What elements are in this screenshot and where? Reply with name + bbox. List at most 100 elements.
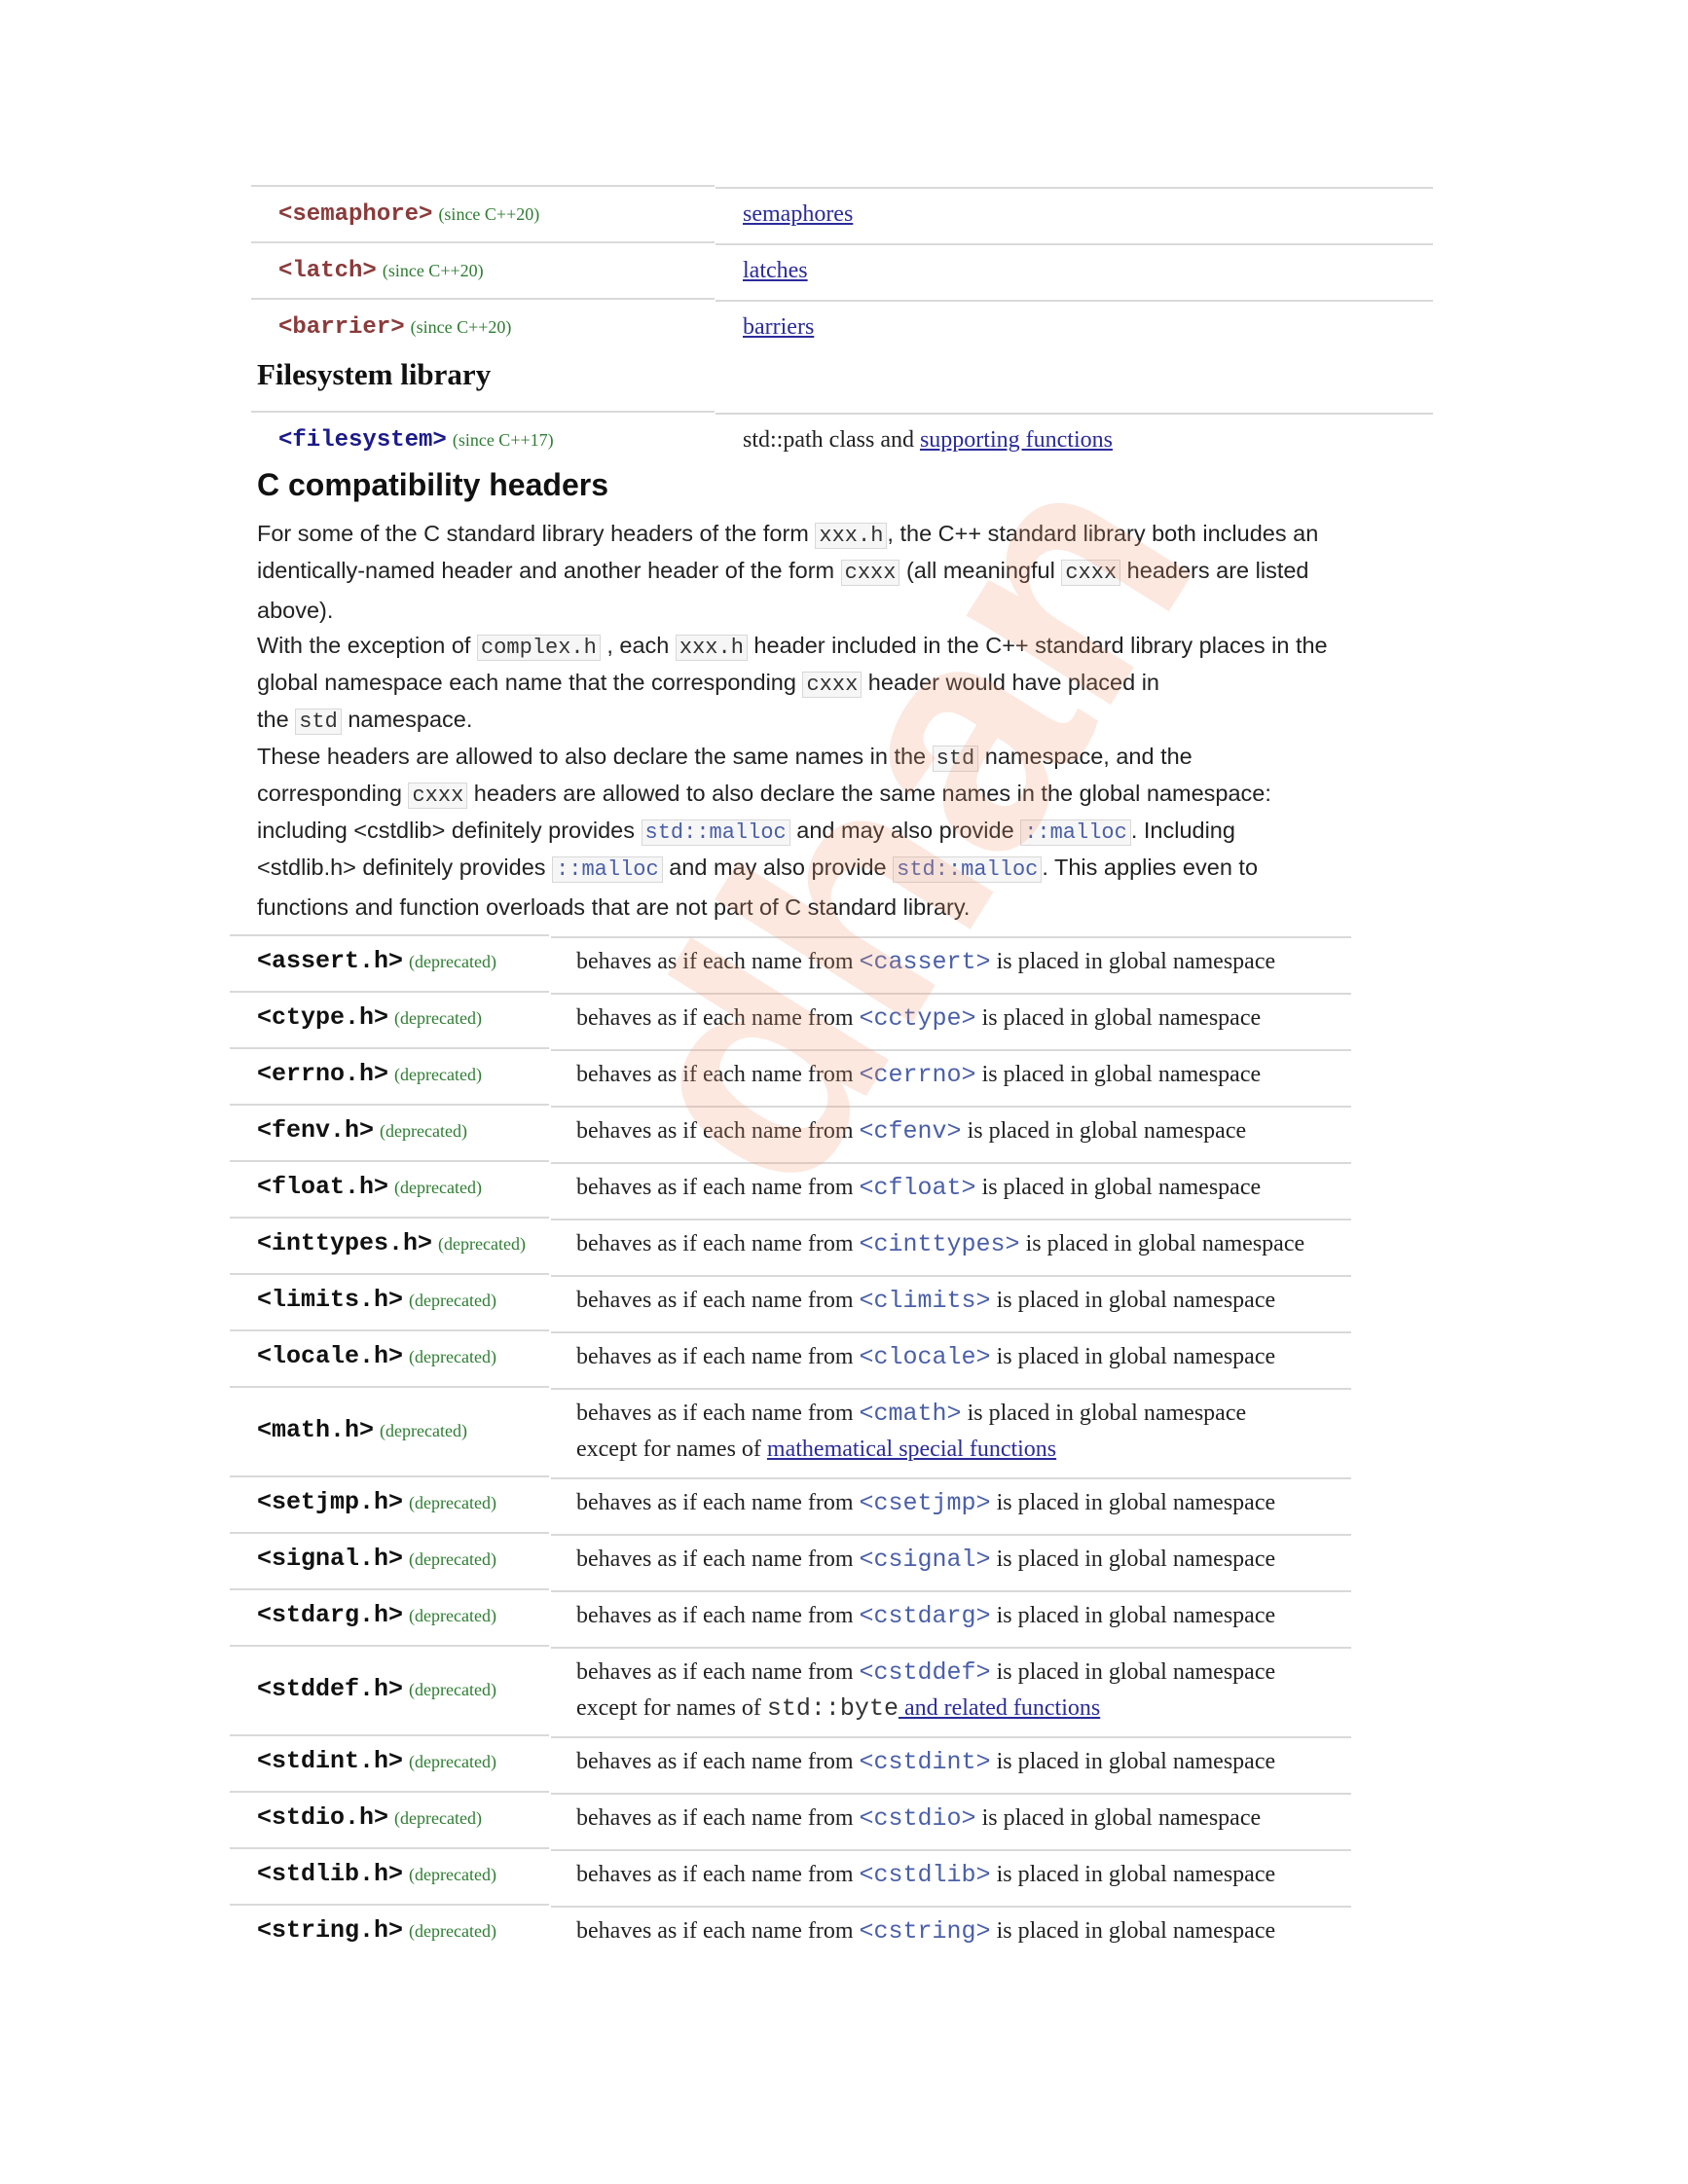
paragraph: With the exception of complex.h , each x… bbox=[257, 633, 1328, 735]
inline-code: complex.h bbox=[476, 635, 601, 661]
c-header-ref: <clocale> bbox=[859, 1343, 991, 1371]
table-row: <inttypes.h> (deprecated) behaves as if ea… bbox=[230, 1217, 1351, 1273]
header-name: <ctype.h> bbox=[257, 1003, 389, 1032]
inline-code: xxx.h bbox=[675, 635, 748, 661]
inline-code: cxxx bbox=[408, 783, 468, 809]
c-header-ref: <cfenv> bbox=[859, 1117, 962, 1146]
document-page: <semaphore> (since C++20) semaphores <lat… bbox=[0, 0, 1688, 2184]
c-header-ref: <climits> bbox=[859, 1287, 991, 1315]
related-functions-link[interactable]: mathematical special functions bbox=[767, 1437, 1056, 1462]
header-name: <locale.h> bbox=[257, 1342, 404, 1370]
supporting-functions-link[interactable]: supporting functions bbox=[920, 427, 1113, 453]
inline-code: std::byte bbox=[766, 1694, 899, 1723]
table-row: <errno.h> (deprecated) behaves as if each … bbox=[230, 1047, 1351, 1104]
related-functions-link[interactable]: and related functions bbox=[899, 1695, 1100, 1721]
deprecated-badge: (deprecated) bbox=[394, 1008, 482, 1028]
table-row: <stdlib.h> (deprecated) behaves as if each… bbox=[230, 1847, 1351, 1904]
c-header-ref: <cassert> bbox=[859, 948, 991, 976]
inline-code: cxxx bbox=[840, 560, 900, 586]
table-row: <float.h> (deprecated) behaves as if each … bbox=[230, 1160, 1351, 1217]
deprecated-badge: (deprecated) bbox=[394, 1808, 482, 1828]
header-name: <stdarg.h> bbox=[257, 1601, 404, 1629]
deprecated-badge: (deprecated) bbox=[409, 1347, 496, 1366]
deprecated-badge: (deprecated) bbox=[409, 1865, 496, 1884]
filesystem-desc: std::path class and bbox=[743, 427, 920, 453]
header-name: <fenv.h> bbox=[257, 1116, 375, 1145]
table-row: <fenv.h> (deprecated) behaves as if each n… bbox=[230, 1104, 1351, 1160]
deprecated-badge: (deprecated) bbox=[409, 1493, 496, 1512]
barriers-link[interactable]: barriers bbox=[743, 314, 814, 340]
inline-code: std bbox=[932, 746, 979, 772]
table-row: <filesystem> (since C++17) std::path clas… bbox=[251, 411, 1433, 467]
inline-code: ::malloc bbox=[1020, 819, 1131, 846]
inline-code: std::malloc bbox=[893, 856, 1043, 883]
c-header-ref: <csignal> bbox=[859, 1546, 991, 1574]
deprecated-badge: (deprecated) bbox=[409, 1921, 496, 1941]
deprecated-badge: (deprecated) bbox=[409, 952, 496, 971]
deprecated-badge: (deprecated) bbox=[409, 1606, 496, 1625]
since-badge: (since C++17) bbox=[452, 430, 554, 450]
table-row: <assert.h> (deprecated) behaves as if each… bbox=[230, 934, 1351, 991]
deprecated-badge: (deprecated) bbox=[409, 1291, 496, 1310]
c-header-ref: <csetjmp> bbox=[859, 1489, 991, 1517]
table-row: <stdio.h> (deprecated) behaves as if each … bbox=[230, 1791, 1351, 1847]
header-name: <barrier> bbox=[278, 314, 405, 341]
table-row: <math.h> (deprecated) behaves as if each n… bbox=[230, 1386, 1351, 1475]
c-compat-section-title: C compatibility headers bbox=[257, 467, 608, 502]
c-header-ref: <cstdio> bbox=[859, 1804, 976, 1833]
deprecated-badge: (deprecated) bbox=[409, 1680, 496, 1699]
table-row: <locale.h> (deprecated) behaves as if each… bbox=[230, 1329, 1351, 1386]
table-row: <semaphore> (since C++20) semaphores bbox=[251, 185, 1433, 241]
header-name: <errno.h> bbox=[257, 1060, 389, 1088]
semaphores-link[interactable]: semaphores bbox=[743, 201, 853, 227]
table-row: <limits.h> (deprecated) behaves as if each… bbox=[230, 1273, 1351, 1329]
inline-code: cxxx bbox=[1061, 560, 1121, 586]
c-header-ref: <cstddef> bbox=[859, 1658, 991, 1687]
header-name: <float.h> bbox=[257, 1173, 389, 1201]
since-badge: (since C++20) bbox=[410, 317, 512, 337]
header-name: <string.h> bbox=[257, 1916, 404, 1945]
deprecated-badge: (deprecated) bbox=[409, 1752, 496, 1771]
inline-code: cxxx bbox=[802, 672, 862, 698]
table-row: <setjmp.h> (deprecated) behaves as if each… bbox=[230, 1475, 1351, 1532]
header-name: <setjmp.h> bbox=[257, 1488, 404, 1516]
table-row: <ctype.h> (deprecated) behaves as if each … bbox=[230, 991, 1351, 1047]
c-header-ref: <cfloat> bbox=[859, 1174, 976, 1202]
inline-code: ::malloc bbox=[552, 856, 663, 883]
header-name: <stdio.h> bbox=[257, 1803, 389, 1832]
header-name: <latch> bbox=[278, 258, 377, 284]
header-name: <math.h> bbox=[257, 1416, 375, 1444]
deprecated-badge: (deprecated) bbox=[438, 1234, 526, 1254]
header-name: <assert.h> bbox=[257, 947, 404, 975]
c-header-ref: <cstdlib> bbox=[859, 1861, 991, 1889]
deprecated-badge: (deprecated) bbox=[409, 1549, 496, 1569]
header-name: <filesystem> bbox=[278, 427, 447, 454]
table-row: <stdint.h> (deprecated) behaves as if each… bbox=[230, 1734, 1351, 1791]
latches-link[interactable]: latches bbox=[743, 258, 808, 283]
header-name: <limits.h> bbox=[257, 1286, 404, 1314]
table-row: <stdarg.h> (deprecated) behaves as if each… bbox=[230, 1588, 1351, 1645]
table-row: <stddef.h> (deprecated) behaves as if each… bbox=[230, 1645, 1351, 1734]
paragraph: For some of the C standard library heade… bbox=[257, 521, 1319, 623]
c-header-ref: <cstdint> bbox=[859, 1748, 991, 1776]
header-name: <stddef.h> bbox=[257, 1675, 404, 1703]
c-header-ref: <cstdarg> bbox=[859, 1602, 991, 1630]
inline-code: std bbox=[295, 709, 342, 735]
since-badge: (since C++20) bbox=[438, 204, 540, 224]
header-name: <stdlib.h> bbox=[257, 1860, 404, 1888]
c-header-ref: <cinttypes> bbox=[859, 1230, 1020, 1258]
paragraph: These headers are allowed to also declar… bbox=[257, 744, 1271, 920]
inline-code: xxx.h bbox=[815, 523, 888, 549]
table-row: <signal.h> (deprecated) behaves as if each… bbox=[230, 1532, 1351, 1588]
table-row: <string.h> (deprecated) behaves as if each… bbox=[230, 1904, 1351, 1960]
c-header-ref: <cmath> bbox=[859, 1400, 962, 1428]
inline-code: std::malloc bbox=[641, 819, 790, 846]
since-badge: (since C++20) bbox=[382, 261, 484, 280]
header-name: <semaphore> bbox=[278, 201, 433, 228]
c-header-ref: <cstring> bbox=[859, 1917, 991, 1946]
header-name: <stdint.h> bbox=[257, 1747, 404, 1775]
c-header-ref: <cerrno> bbox=[859, 1061, 976, 1089]
deprecated-badge: (deprecated) bbox=[380, 1121, 467, 1141]
deprecated-badge: (deprecated) bbox=[380, 1421, 467, 1440]
header-name: <signal.h> bbox=[257, 1545, 404, 1573]
